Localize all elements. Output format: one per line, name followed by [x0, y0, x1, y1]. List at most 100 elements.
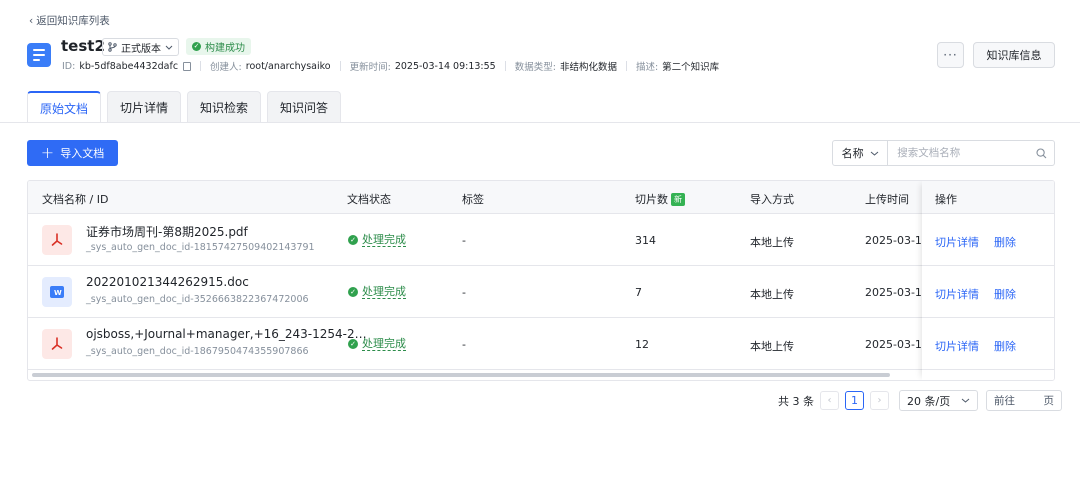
chunks-cell: 314	[635, 234, 656, 247]
delete-link[interactable]: 删除	[994, 286, 1016, 302]
status-badge: ✓ 处理完成	[348, 285, 406, 299]
prev-page-button[interactable]: ‹	[820, 391, 839, 410]
page-unit-label: 页	[1043, 395, 1055, 407]
description-label: 描述:	[635, 62, 659, 73]
back-to-kb-list-link[interactable]: ‹ 返回知识库列表	[29, 13, 110, 28]
col-chunks-label: 切片数	[635, 193, 668, 206]
tags-cell: -	[462, 234, 466, 247]
goto-label: 前往	[994, 395, 1015, 407]
version-label: 正式版本	[121, 43, 161, 55]
search-field-label: 名称	[841, 147, 864, 160]
chunk-details-link[interactable]: 切片详情	[935, 286, 979, 302]
tab-chunk-details[interactable]: 切片详情	[107, 91, 181, 122]
tab-bar: 原始文档 切片详情 知识检索 知识问答	[27, 91, 341, 123]
delete-link[interactable]: 删除	[994, 234, 1016, 250]
kb-title: test2	[61, 37, 105, 55]
document-id: _sys_auto_gen_doc_id-3526663822367472006	[86, 294, 309, 305]
svg-text:W: W	[54, 289, 62, 297]
status-label[interactable]: 处理完成	[362, 337, 406, 351]
uploaded-cell: 2025-03-14	[865, 286, 929, 299]
page-number-current[interactable]: 1	[845, 391, 864, 410]
status-label[interactable]: 处理完成	[362, 233, 406, 247]
import-cell: 本地上传	[750, 340, 794, 353]
col-name: 文档名称 / ID	[42, 193, 109, 206]
status-label[interactable]: 处理完成	[362, 285, 406, 299]
version-selector[interactable]: 正式版本	[102, 38, 179, 56]
kb-meta-row: ID: kb-5df8abe4432dafc 创建人: root/anarchy…	[62, 59, 719, 74]
tab-divider	[0, 122, 1080, 123]
import-button-label: 导入文档	[60, 147, 105, 160]
new-tag: 新	[671, 192, 685, 206]
creator-value: root/anarchysaiko	[245, 60, 331, 72]
document-id: _sys_auto_gen_doc_id-1815742750940214379…	[86, 242, 315, 253]
plus-icon: +	[40, 143, 55, 162]
document-name[interactable]: 证券市场周刊-第8期2025.pdf	[86, 223, 248, 240]
search-input[interactable]	[888, 141, 1030, 165]
search-group: 名称	[832, 140, 1055, 166]
more-actions-button[interactable]: ···	[937, 42, 964, 68]
branch-icon	[108, 42, 117, 52]
table-header: 文档名称 / ID 文档状态 标签 切片数 新 导入方式 上传时间	[28, 181, 1054, 214]
document-name[interactable]: 202201021344262915.doc	[86, 275, 249, 289]
status-badge: ✓ 处理完成	[348, 233, 406, 247]
pdf-file-icon	[42, 225, 72, 255]
document-id: _sys_auto_gen_doc_id-1867950474355907866	[86, 346, 309, 357]
col-chunks: 切片数 新	[635, 191, 685, 207]
import-cell: 本地上传	[750, 288, 794, 301]
operations-column: 操作 切片详情 删除 切片详情 删除 切片详情 删除	[922, 181, 1054, 380]
page-size-select[interactable]: 20 条/页	[899, 390, 978, 411]
chevron-down-icon	[165, 45, 173, 50]
search-field-selector[interactable]: 名称	[833, 141, 889, 165]
tags-cell: -	[462, 286, 466, 299]
tab-knowledge-qa[interactable]: 知识问答	[267, 91, 341, 122]
col-ops: 操作	[935, 193, 957, 206]
import-cell: 本地上传	[750, 236, 794, 249]
total-count: 共 3 条	[778, 394, 814, 408]
uploaded-cell: 2025-03-14	[865, 234, 929, 247]
col-import: 导入方式	[750, 193, 794, 206]
check-circle-icon: ✓	[348, 287, 358, 297]
id-label: ID:	[62, 60, 76, 72]
goto-page-input[interactable]: 前往 页	[986, 390, 1062, 411]
creator-label: 创建人:	[210, 62, 242, 73]
id-value: kb-5df8abe4432dafc	[79, 60, 179, 72]
chunks-cell: 12	[635, 338, 649, 351]
check-circle-icon: ✓	[348, 339, 358, 349]
chunk-details-link[interactable]: 切片详情	[935, 338, 979, 354]
updated-value: 2025-03-14 09:13:55	[394, 60, 496, 72]
build-status-label: 构建成功	[205, 43, 245, 54]
table-row: ojsboss,+Journal+manager,+16_243-1254-2……	[28, 318, 1054, 370]
chevron-left-icon: ‹	[29, 14, 34, 27]
check-circle-icon: ✓	[348, 235, 358, 245]
chunks-cell: 7	[635, 286, 642, 299]
chevron-down-icon	[870, 151, 878, 156]
import-document-button[interactable]: + 导入文档	[27, 140, 118, 166]
kb-info-button[interactable]: 知识库信息	[973, 42, 1055, 68]
tags-cell: -	[462, 338, 466, 351]
col-status: 文档状态	[347, 193, 391, 206]
copy-icon[interactable]	[183, 61, 192, 71]
status-badge: ✓ 处理完成	[348, 337, 406, 351]
build-status-badge: ✓ 构建成功	[186, 38, 251, 55]
check-circle-icon: ✓	[192, 42, 201, 51]
horizontal-scrollbar[interactable]	[32, 373, 890, 377]
updated-label: 更新时间:	[349, 62, 391, 73]
next-page-button[interactable]: ›	[870, 391, 889, 410]
page-size-label: 20 条/页	[907, 394, 951, 408]
chunk-details-link[interactable]: 切片详情	[935, 234, 979, 250]
documents-table: 文档名称 / ID 文档状态 标签 切片数 新 导入方式 上传时间 证券市场周刊…	[27, 180, 1055, 381]
datatype-value: 非结构化数据	[559, 62, 617, 73]
knowledge-base-icon	[27, 43, 51, 67]
col-uploaded: 上传时间	[865, 193, 909, 206]
datatype-label: 数据类型:	[514, 62, 556, 73]
back-link-label: 返回知识库列表	[36, 15, 110, 27]
tab-raw-documents[interactable]: 原始文档	[27, 91, 101, 123]
search-icon[interactable]	[1029, 141, 1054, 165]
col-tags: 标签	[462, 193, 484, 206]
uploaded-cell: 2025-03-14	[865, 338, 929, 351]
delete-link[interactable]: 删除	[994, 338, 1016, 354]
tab-knowledge-retrieval[interactable]: 知识检索	[187, 91, 261, 122]
word-file-icon: W	[42, 277, 72, 307]
document-name[interactable]: ojsboss,+Journal+manager,+16_243-1254-2…	[86, 327, 367, 341]
chevron-down-icon	[961, 398, 970, 403]
